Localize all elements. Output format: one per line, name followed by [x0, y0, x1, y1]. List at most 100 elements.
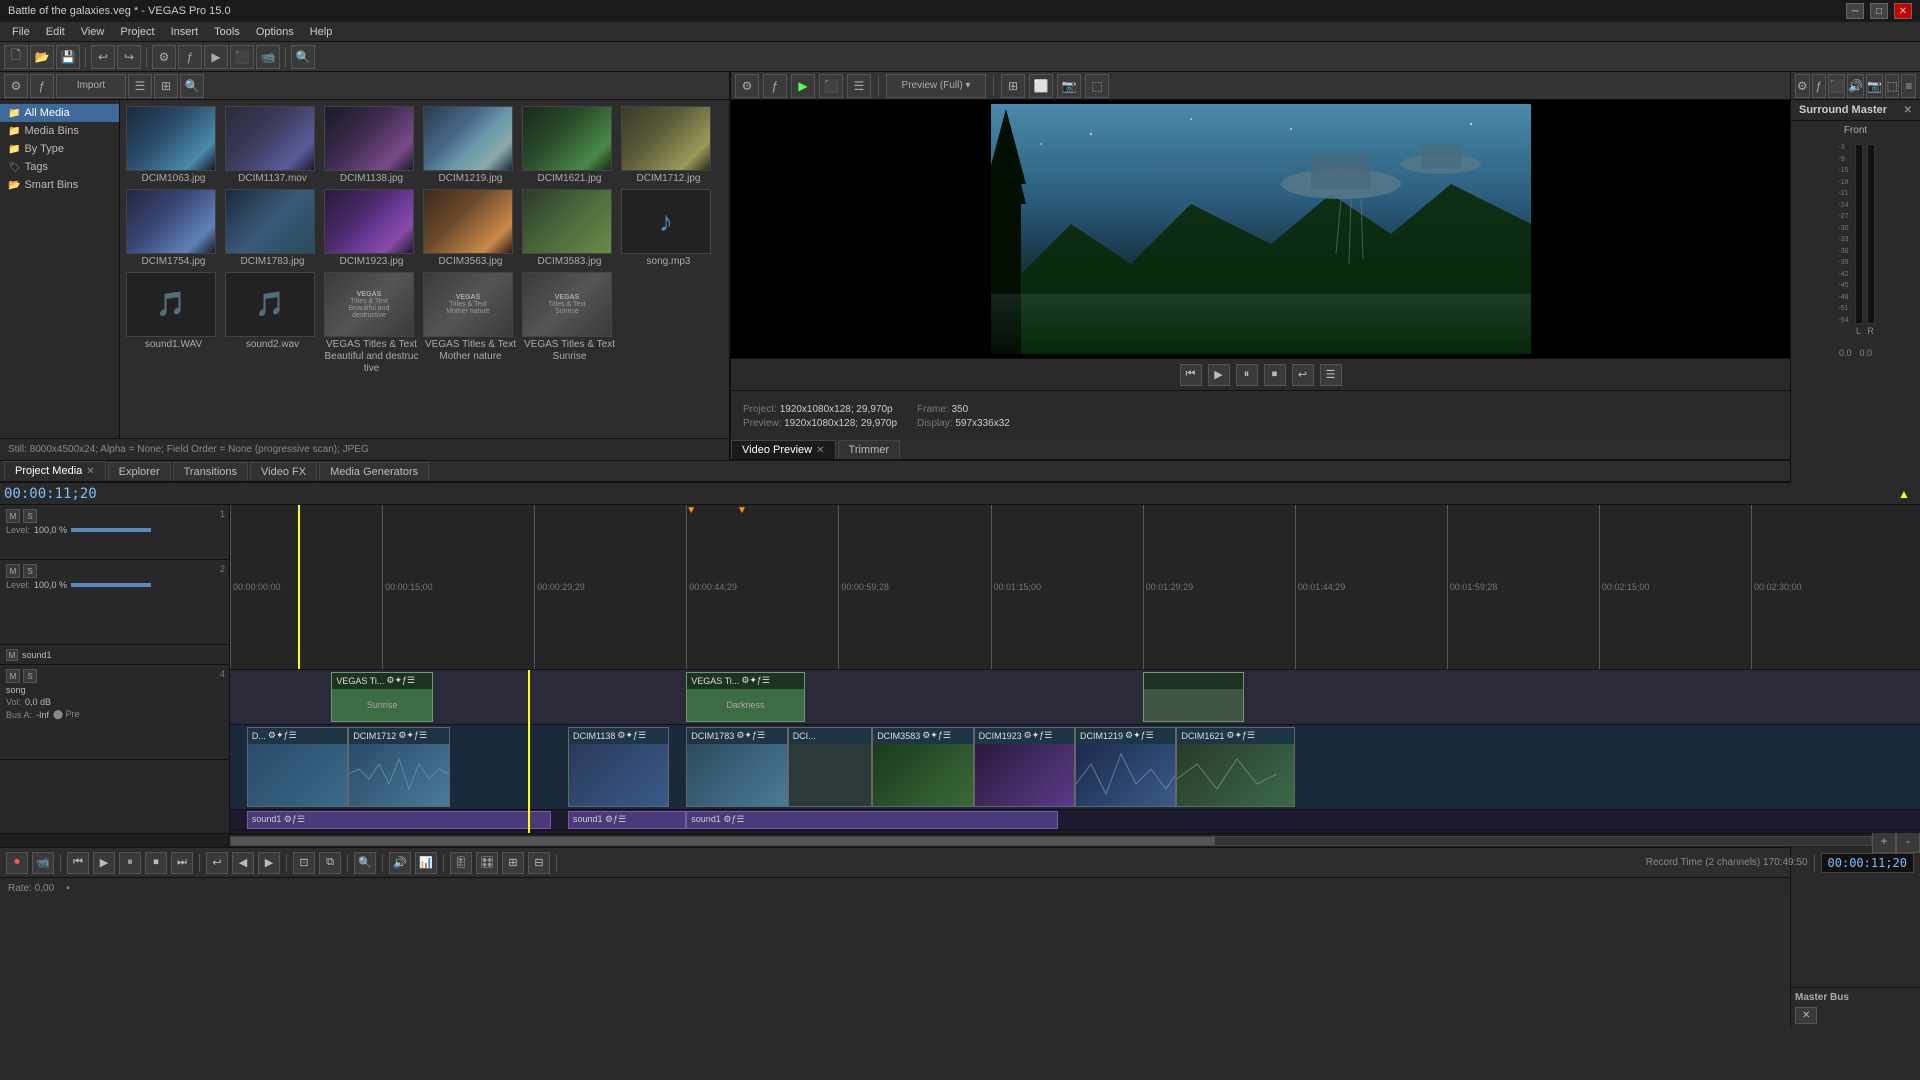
menu-edit[interactable]: Edit	[38, 24, 73, 40]
ripple-btn[interactable]: ⧉	[319, 852, 341, 874]
clip-dcim1138[interactable]: DCIM1138 ⚙✦ƒ☰	[568, 727, 669, 807]
media-item[interactable]: DCIM1923.jpg	[324, 189, 419, 268]
media-item[interactable]: DCIM3583.jpg	[522, 189, 617, 268]
song-mute-btn[interactable]: M	[6, 669, 20, 683]
media-toolbar-btn2[interactable]: ƒ	[30, 74, 54, 98]
tab-transitions[interactable]: Transitions	[173, 462, 248, 481]
media-item[interactable]: DCIM1712.jpg	[621, 106, 716, 185]
window-controls[interactable]: ─ □ ✕	[1846, 3, 1912, 19]
menu-project[interactable]: Project	[112, 24, 162, 40]
audio1-mute-btn[interactable]: M	[6, 649, 18, 661]
preview-stop-btn[interactable]: ⏹	[1264, 364, 1286, 386]
preview-pause-btn[interactable]: ⏸	[1236, 364, 1258, 386]
master-bus-close-btn[interactable]: ✕	[1795, 1007, 1817, 1024]
surround-fx-btn[interactable]: ƒ	[1812, 74, 1827, 98]
clip-dcim1621[interactable]: DCIM1621⚙✦ƒ☰	[1176, 727, 1294, 807]
pause-btn[interactable]: ⏸	[119, 852, 141, 874]
sidebar-item-smart-bins[interactable]: 📂 Smart Bins	[0, 176, 119, 194]
preview-tab-close[interactable]: ✕	[816, 445, 824, 456]
media-view2-btn[interactable]: ⊞	[154, 74, 178, 98]
goto-start-btn[interactable]: ⏮	[67, 852, 89, 874]
timeline-scrollbar[interactable]: + -	[0, 833, 1920, 847]
clip-dcim1712[interactable]: DCIM1712 ⚙✦ƒ☰	[348, 727, 449, 807]
audio-monitor-btn[interactable]: 🔊	[389, 852, 411, 874]
clip-vegas-title1[interactable]: VEGAS Ti... ⚙✦ƒ☰ Sunrise	[331, 672, 432, 722]
track2-solo-btn[interactable]: S	[23, 564, 37, 578]
clip-vegas-title3[interactable]	[1143, 672, 1244, 722]
media-item[interactable]: 🎵 sound2.wav	[225, 272, 320, 375]
media-item[interactable]: DCIM1754.jpg	[126, 189, 221, 268]
clip-dcim-d[interactable]: D... ⚙✦ƒ☰	[247, 727, 348, 807]
play-btn[interactable]: ▶	[93, 852, 115, 874]
capture-button[interactable]: 📹	[256, 45, 280, 69]
sidebar-item-all-media[interactable]: 📁 All Media	[0, 104, 119, 122]
clip-dci[interactable]: DCI...	[788, 727, 873, 807]
track1-solo-btn[interactable]: S	[23, 509, 37, 523]
surround-settings-btn[interactable]: ⚙	[1795, 74, 1810, 98]
clip-vegas-title2[interactable]: VEGAS Ti... ⚙✦ƒ☰ Darkness	[686, 672, 804, 722]
preview-ext-btn[interactable]: ⬚	[1085, 74, 1109, 98]
preview-view-btn[interactable]: ☰	[847, 74, 871, 98]
media-item[interactable]: DCIM1063.jpg	[126, 106, 221, 185]
frame-prev-btn[interactable]: ◀	[232, 852, 254, 874]
menu-view[interactable]: View	[73, 24, 113, 40]
media-view-btn[interactable]: ☰	[128, 74, 152, 98]
media-item[interactable]: VEGAS Titles & Text Mother nature VEGAS …	[423, 272, 518, 375]
surround-btn5[interactable]: ≡	[1901, 74, 1916, 98]
clip-sound1-a[interactable]: sound1 ⚙ƒ☰	[247, 811, 551, 829]
properties-button[interactable]: ƒ	[178, 45, 202, 69]
zoom-button[interactable]: 🔍	[291, 45, 315, 69]
tool1-btn[interactable]: 🎛	[476, 852, 498, 874]
preview-settings-btn[interactable]: ⚙	[735, 74, 759, 98]
media-item[interactable]: DCIM1137.mov	[225, 106, 320, 185]
stop-btn[interactable]: ⏹	[145, 852, 167, 874]
save-button[interactable]: 💾	[56, 45, 80, 69]
surround-close-btn[interactable]: ✕	[1904, 105, 1912, 116]
preview-goto-start-btn[interactable]: ⏮	[1180, 364, 1202, 386]
surround-btn1[interactable]: ⬛	[1828, 74, 1845, 98]
media-item[interactable]: ♪ song.mp3	[621, 189, 716, 268]
loop-btn[interactable]: ↩	[206, 852, 228, 874]
surround-btn4[interactable]: ⬚	[1885, 74, 1900, 98]
surround-btn2[interactable]: 🔊	[1847, 74, 1864, 98]
tool3-btn[interactable]: ⊟	[528, 852, 550, 874]
tab-video-fx[interactable]: Video FX	[250, 462, 317, 481]
media-item[interactable]: VEGAS Titles & Text Sunrise VEGAS Titles…	[522, 272, 617, 375]
clip-sound1-b[interactable]: sound1 ⚙ƒ☰	[568, 811, 686, 829]
undo-button[interactable]: ↩	[91, 45, 115, 69]
media-item[interactable]: DCIM3563.jpg	[423, 189, 518, 268]
tab-trimmer[interactable]: Trimmer	[838, 440, 901, 459]
tab-project-media[interactable]: Project Media ✕	[4, 461, 106, 481]
track2-level-slider[interactable]	[71, 583, 151, 587]
clip-dcim1783[interactable]: DCIM1783 ⚙✦ƒ☰	[686, 727, 787, 807]
clip-dcim1923[interactable]: DCIM1923⚙✦ƒ☰	[974, 727, 1075, 807]
preview-play-btn2[interactable]: ▶	[1208, 364, 1230, 386]
scrollbar-thumb[interactable]	[231, 837, 1215, 845]
redo-button[interactable]: ↪	[117, 45, 141, 69]
close-button[interactable]: ✕	[1894, 3, 1912, 19]
media-item[interactable]: DCIM1621.jpg	[522, 106, 617, 185]
media-item[interactable]: 🎵 sound1.WAV	[126, 272, 221, 375]
new-button[interactable]: 🗋	[4, 45, 28, 69]
tool2-btn[interactable]: ⊞	[502, 852, 524, 874]
media-toolbar-btn1[interactable]: ⚙	[4, 74, 28, 98]
record-type-btn[interactable]: 📹	[32, 852, 54, 874]
preview-play-btn[interactable]: ▶	[791, 74, 815, 98]
song-solo-btn[interactable]: S	[23, 669, 37, 683]
menu-insert[interactable]: Insert	[163, 24, 207, 40]
preview-loop-btn[interactable]: ↩	[1292, 364, 1314, 386]
media-item[interactable]: DCIM1783.jpg	[225, 189, 320, 268]
mixer-btn[interactable]: 🎚	[450, 852, 472, 874]
media-search-btn[interactable]: 🔍	[180, 74, 204, 98]
maximize-button[interactable]: □	[1870, 3, 1888, 19]
clip-sound1-c[interactable]: sound1 ⚙ƒ☰	[686, 811, 1058, 829]
media-item[interactable]: DCIM1219.jpg	[423, 106, 518, 185]
clip-dcim1219[interactable]: DCIM1219⚙✦ƒ☰	[1075, 727, 1176, 807]
open-button[interactable]: 📂	[30, 45, 54, 69]
timeline-ruler[interactable]: 00:00:00;00 00:00:15;00 00:00:29;29 00:0…	[230, 505, 1920, 670]
preview-snapshot-btn[interactable]: 📷	[1057, 74, 1081, 98]
menu-options[interactable]: Options	[248, 24, 302, 40]
goto-end-btn[interactable]: ⏭	[171, 852, 193, 874]
preview-fx-btn[interactable]: ƒ	[763, 74, 787, 98]
sidebar-item-tags[interactable]: 🏷 Tags	[0, 158, 119, 176]
